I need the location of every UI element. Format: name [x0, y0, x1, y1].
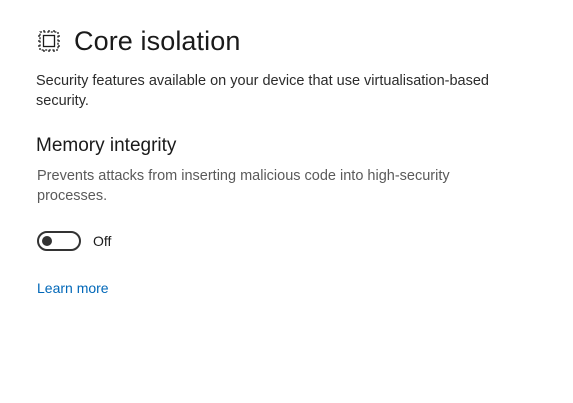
core-isolation-chip-icon	[36, 28, 62, 54]
learn-more-link[interactable]: Learn more	[37, 278, 109, 298]
memory-integrity-toggle[interactable]	[37, 231, 81, 251]
toggle-state-label: Off	[93, 233, 112, 249]
memory-integrity-description: Prevents attacks from inserting maliciou…	[37, 168, 450, 204]
toggle-knob	[42, 236, 52, 246]
page-title: Core isolation	[74, 26, 241, 56]
page-description: Security features available on your devi…	[36, 73, 489, 109]
memory-integrity-toggle-row: Off	[37, 231, 111, 251]
memory-integrity-title: Memory integrity	[36, 135, 177, 156]
page-header: Core isolation	[36, 24, 241, 58]
